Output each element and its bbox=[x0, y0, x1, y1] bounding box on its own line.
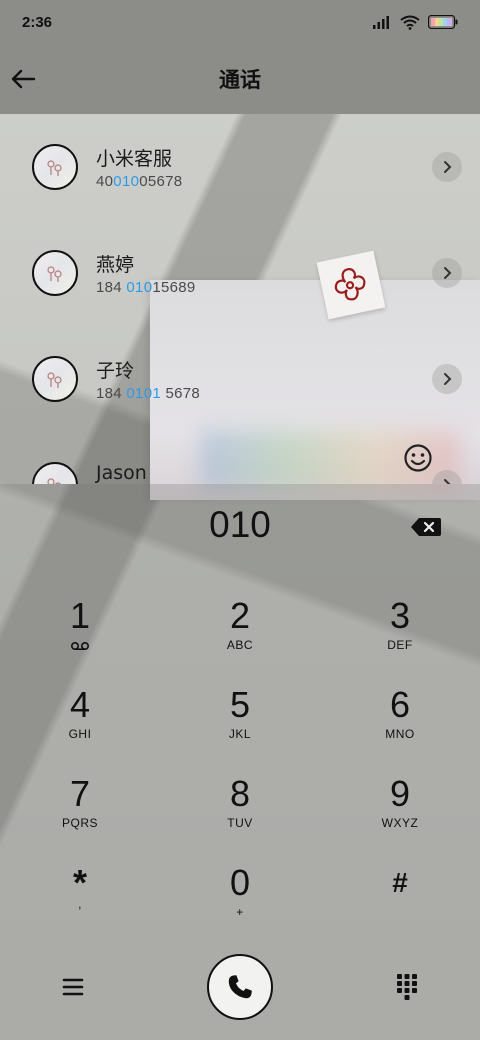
contact-name: 小米客服 bbox=[96, 148, 173, 170]
key-1[interactable]: 1 bbox=[20, 596, 140, 676]
key-9[interactable]: 9 WXYZ bbox=[340, 774, 460, 854]
avatar bbox=[32, 144, 78, 190]
dialed-number: 010 bbox=[209, 504, 271, 545]
contact-list[interactable]: 小米客服 4001005678 燕婷 184 01015689 子玲 184 0… bbox=[0, 114, 480, 484]
chevron-right-icon bbox=[444, 373, 452, 385]
status-time: 2:36 bbox=[22, 13, 53, 31]
avatar bbox=[32, 356, 78, 402]
status-icons bbox=[372, 15, 458, 30]
page-title: 通话 bbox=[219, 68, 261, 92]
signal-icon bbox=[373, 16, 389, 29]
smiley-icon[interactable] bbox=[402, 442, 434, 474]
contact-detail-button[interactable] bbox=[432, 470, 462, 484]
call-button[interactable] bbox=[207, 954, 273, 1020]
hamburger-icon bbox=[62, 978, 84, 996]
menu-button[interactable] bbox=[60, 974, 86, 1000]
back-button[interactable] bbox=[8, 64, 38, 94]
key-8[interactable]: 8 TUV bbox=[180, 774, 300, 854]
phone-icon bbox=[228, 975, 252, 999]
key-3[interactable]: 3 DEF bbox=[340, 596, 460, 676]
chevron-right-icon bbox=[444, 161, 452, 173]
contact-detail-button[interactable] bbox=[432, 152, 462, 182]
keypad-icon bbox=[397, 974, 417, 1000]
contact-number: 184 0101 5678 bbox=[96, 385, 201, 402]
key-2[interactable]: 2 ABC bbox=[180, 596, 300, 676]
voicemail-icon bbox=[70, 641, 90, 651]
contact-name: Jason bbox=[96, 462, 147, 484]
contact-number: 184 01015689 bbox=[96, 279, 196, 296]
key-0[interactable]: 0 + bbox=[180, 863, 300, 943]
key-5[interactable]: 5 JKL bbox=[180, 685, 300, 765]
backspace-button[interactable] bbox=[410, 516, 442, 538]
avatar bbox=[32, 250, 78, 296]
contact-detail-button[interactable] bbox=[432, 364, 462, 394]
header: 通话 bbox=[0, 44, 480, 114]
key-6[interactable]: 6 MNO bbox=[340, 685, 460, 765]
contact-number: 4001005678 bbox=[96, 173, 183, 190]
key-4[interactable]: 4 GHI bbox=[20, 685, 140, 765]
key-hash[interactable]: # bbox=[340, 863, 460, 943]
back-arrow-icon bbox=[11, 69, 36, 89]
chevron-right-icon bbox=[444, 267, 452, 279]
contact-row[interactable]: 燕婷 184 01015689 bbox=[0, 220, 480, 326]
dialer-panel: 010 1 2 ABC 3 DEF 4 GHI 5 JKL 6 MNO 7 PQ… bbox=[0, 484, 480, 1040]
contact-row[interactable]: 子玲 184 0101 5678 bbox=[0, 326, 480, 432]
contact-row[interactable]: 小米客服 4001005678 bbox=[0, 114, 480, 220]
contact-name: 燕婷 bbox=[96, 254, 135, 276]
avatar bbox=[32, 462, 78, 484]
dialer-bottom-bar bbox=[0, 954, 480, 1024]
key-star[interactable]: * , bbox=[20, 863, 140, 943]
status-bar: 2:36 bbox=[0, 0, 480, 44]
keypad-toggle-button[interactable] bbox=[394, 972, 420, 1002]
backspace-icon bbox=[411, 518, 441, 536]
wifi-icon bbox=[400, 15, 420, 30]
key-7[interactable]: 7 PQRS bbox=[20, 774, 140, 854]
contact-name: 子玲 bbox=[96, 360, 135, 382]
battery-icon bbox=[428, 15, 458, 29]
contact-detail-button[interactable] bbox=[432, 258, 462, 288]
